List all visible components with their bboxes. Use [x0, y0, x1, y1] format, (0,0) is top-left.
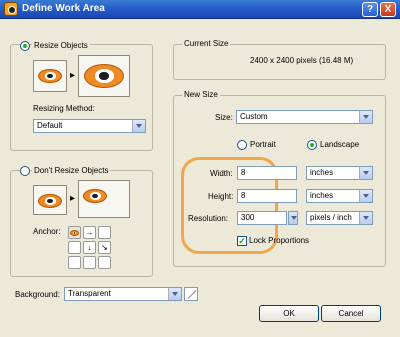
landscape-label: Landscape	[320, 140, 360, 149]
size-select[interactable]: Custom	[236, 110, 373, 124]
width-unit-value: inches	[310, 168, 334, 177]
dont-resize-label: Don't Resize Objects	[32, 166, 111, 175]
chevron-down-icon	[359, 111, 372, 123]
chevron-down-icon	[132, 120, 145, 132]
portrait-label: Portrait	[250, 140, 276, 149]
resolution-dropdown-button[interactable]	[288, 211, 298, 225]
eye-icon	[83, 189, 107, 203]
height-input[interactable]: 8	[237, 189, 297, 203]
dont-resize-radio[interactable]	[20, 166, 30, 176]
app-icon	[4, 2, 18, 16]
new-size-label: New Size	[182, 90, 220, 99]
eye-icon	[70, 230, 79, 236]
landscape-radio[interactable]	[307, 140, 317, 150]
eye-icon	[84, 64, 124, 88]
current-size-label: Current Size	[182, 39, 231, 48]
cancel-button[interactable]: Cancel	[321, 305, 381, 322]
resolution-unit-select[interactable]: pixels / inch	[306, 211, 373, 225]
size-value: Custom	[240, 112, 268, 121]
anchor-middle-left[interactable]	[68, 241, 81, 254]
resize-objects-label: Resize Objects	[32, 41, 90, 50]
small-object-preview	[33, 60, 67, 92]
size-label: Size:	[215, 113, 233, 122]
anchor-top-center[interactable]: →	[83, 226, 96, 239]
anchor-top-left[interactable]	[68, 226, 81, 239]
canvas-object-preview	[78, 180, 130, 218]
eye-icon	[38, 194, 62, 208]
lock-proportions-checkbox[interactable]: ✓	[237, 236, 247, 246]
chevron-down-icon	[359, 190, 372, 202]
anchor-middle-center[interactable]: ↓	[83, 241, 96, 254]
height-unit-select[interactable]: inches	[306, 189, 373, 203]
chevron-down-icon	[359, 167, 372, 179]
anchor-bottom-right[interactable]	[98, 256, 111, 269]
resolution-label: Resolution:	[188, 214, 229, 223]
anchor-bottom-center[interactable]	[83, 256, 96, 269]
lock-proportions-label: Lock Proportions	[249, 236, 310, 245]
small-object-preview	[33, 185, 67, 215]
close-button[interactable]: X	[380, 2, 396, 17]
anchor-middle-right[interactable]: ↘	[98, 241, 111, 254]
resize-objects-radio[interactable]	[20, 41, 30, 51]
background-select[interactable]: Transparent	[64, 287, 182, 301]
height-label: Height:	[208, 192, 234, 201]
window-title: Define Work Area	[22, 3, 105, 14]
height-unit-value: inches	[310, 191, 334, 200]
resizing-method-value: Default	[37, 121, 63, 130]
background-label: Background:	[15, 290, 60, 299]
background-value: Transparent	[68, 289, 111, 298]
chevron-down-icon	[168, 288, 181, 300]
resizing-method-label: Resizing Method:	[33, 104, 95, 113]
large-object-preview	[78, 55, 130, 97]
eye-icon	[38, 69, 62, 83]
width-input[interactable]: 8	[237, 166, 297, 180]
anchor-top-right[interactable]	[98, 226, 111, 239]
anchor-label: Anchor:	[33, 227, 61, 236]
resolution-input[interactable]: 300	[237, 211, 287, 225]
width-label: Width:	[210, 169, 233, 178]
background-color-swatch[interactable]	[184, 287, 198, 301]
ok-button[interactable]: OK	[259, 305, 319, 322]
chevron-down-icon	[359, 212, 372, 224]
help-button[interactable]: ?	[362, 2, 378, 17]
arrow-right-icon: ▸	[70, 193, 76, 204]
arrow-right-icon: ▸	[70, 70, 76, 81]
resolution-unit-value: pixels / inch	[310, 213, 352, 222]
width-unit-select[interactable]: inches	[306, 166, 373, 180]
current-size-value: 2400 x 2400 pixels (16.48 M)	[250, 56, 354, 65]
anchor-bottom-left[interactable]	[68, 256, 81, 269]
resizing-method-select[interactable]: Default	[33, 119, 146, 133]
portrait-radio[interactable]	[237, 140, 247, 150]
